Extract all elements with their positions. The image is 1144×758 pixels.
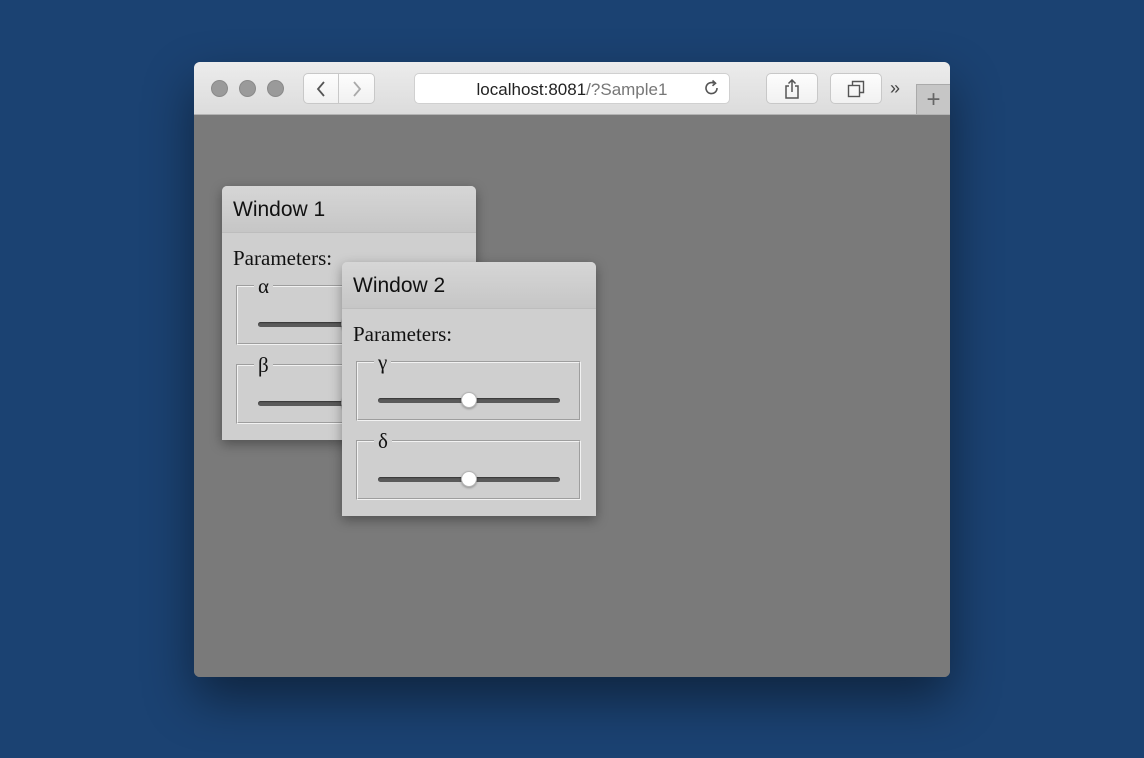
delta-slider[interactable] (378, 471, 560, 487)
new-tab-icon: + (926, 85, 941, 113)
share-icon (785, 78, 799, 99)
forward-icon (352, 80, 361, 97)
close-window-button[interactable] (211, 80, 228, 97)
window-2: Window 2 Parameters: γ δ (342, 262, 596, 516)
page-content: Window 1 Parameters: α β Window 2 Parame… (194, 115, 950, 677)
back-icon (316, 80, 325, 97)
tabs-overview-button[interactable] (830, 73, 882, 104)
param-label: α (258, 274, 270, 298)
param-gamma: γ (356, 350, 581, 421)
param-delta: δ (356, 429, 581, 500)
tabs-overview-icon (847, 80, 865, 97)
navigation-buttons (303, 73, 375, 104)
address-host: localhost:8081 (476, 80, 587, 99)
address-text: localhost:8081/?Sample1 (415, 80, 729, 100)
back-button[interactable] (303, 73, 339, 104)
browser-window: localhost:8081/?Sample1 » + Window 1 Par… (194, 62, 950, 677)
minimize-window-button[interactable] (239, 80, 256, 97)
parameters-label: Parameters: (353, 322, 453, 346)
address-path: /?Sample1 (586, 80, 668, 99)
param-label: β (258, 353, 269, 377)
param-label: γ (378, 350, 388, 374)
slider-thumb[interactable] (461, 392, 477, 408)
parameters-label: Parameters: (233, 246, 333, 270)
toolbar-overflow-button[interactable]: » (890, 78, 900, 99)
window-title[interactable]: Window 1 (222, 186, 476, 233)
reload-icon (705, 79, 718, 95)
param-label: δ (378, 429, 388, 453)
new-tab-button[interactable]: + (916, 84, 950, 114)
gamma-slider[interactable] (378, 392, 560, 408)
forward-button[interactable] (339, 73, 375, 104)
address-bar[interactable]: localhost:8081/?Sample1 (414, 73, 730, 104)
zoom-window-button[interactable] (267, 80, 284, 97)
reload-button[interactable] (703, 79, 721, 102)
window-title[interactable]: Window 2 (342, 262, 596, 309)
share-button[interactable] (766, 73, 818, 104)
slider-thumb[interactable] (461, 471, 477, 487)
browser-toolbar: localhost:8081/?Sample1 » + (194, 62, 950, 115)
